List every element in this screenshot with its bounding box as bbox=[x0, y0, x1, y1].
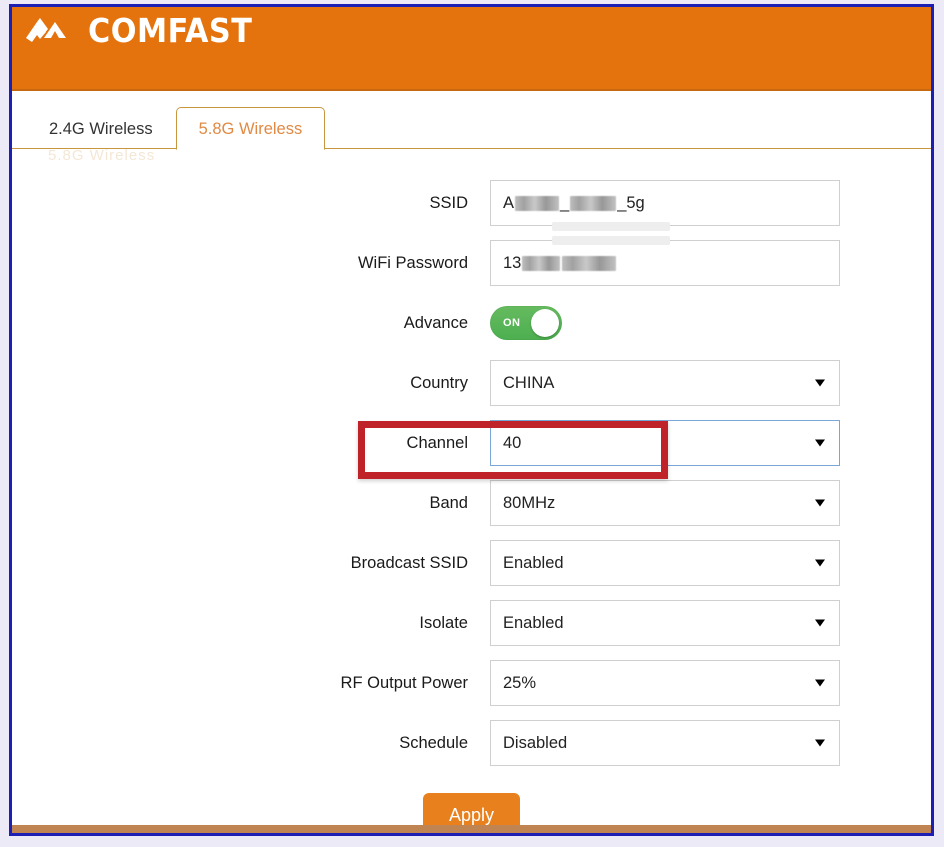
advance-toggle-state: ON bbox=[503, 317, 521, 329]
isolate-value: Enabled bbox=[503, 613, 564, 632]
channel-select[interactable]: 40 bbox=[490, 420, 840, 466]
chevron-down-icon bbox=[815, 439, 825, 447]
bottom-accent-bar bbox=[12, 825, 931, 833]
broadcast-ssid-value: Enabled bbox=[503, 553, 564, 572]
ssid-label: SSID bbox=[429, 193, 468, 212]
password-value-prefix: 13 bbox=[503, 253, 522, 272]
tab-label: 2.4G Wireless bbox=[49, 119, 153, 138]
rf-output-power-select[interactable]: 25% bbox=[490, 660, 840, 706]
isolate-label: Isolate bbox=[419, 613, 468, 632]
country-label: Country bbox=[410, 373, 468, 392]
schedule-label: Schedule bbox=[399, 733, 468, 752]
wifi-password-label: WiFi Password bbox=[357, 253, 468, 272]
form-row-broadcast-ssid: Broadcast SSID Enabled bbox=[12, 533, 931, 593]
ssid-input[interactable]: A _ _5g bbox=[490, 180, 840, 226]
broadcast-ssid-select[interactable]: Enabled bbox=[490, 540, 840, 586]
rf-output-power-value: 25% bbox=[503, 673, 537, 692]
comfast-chevron-logo-icon bbox=[26, 17, 66, 42]
toggle-knob bbox=[531, 309, 559, 337]
tab-bar: 2.4G Wireless 5.8G Wireless 5.8G Wireles… bbox=[12, 91, 931, 164]
advance-toggle[interactable]: ON bbox=[490, 306, 562, 340]
tab-2-4g-wireless[interactable]: 2.4G Wireless bbox=[26, 107, 176, 149]
chevron-down-icon bbox=[815, 499, 825, 507]
brand-logo: COMFAST bbox=[24, 11, 253, 50]
app-header: COMFAST bbox=[12, 7, 931, 91]
schedule-value: Disabled bbox=[503, 733, 568, 752]
form-row-isolate: Isolate Enabled bbox=[12, 593, 931, 653]
tab-label: 5.8G Wireless bbox=[198, 119, 303, 138]
form-row-ssid: SSID A _ _5g bbox=[12, 173, 931, 233]
schedule-select[interactable]: Disabled bbox=[490, 720, 840, 766]
chevron-down-icon bbox=[815, 559, 825, 567]
advance-label: Advance bbox=[403, 313, 468, 332]
brand-name: COMFAST bbox=[88, 11, 253, 50]
chevron-down-icon bbox=[815, 739, 825, 747]
chevron-down-icon bbox=[815, 619, 825, 627]
form-row-schedule: Schedule Disabled bbox=[12, 713, 931, 773]
wifi-password-input[interactable]: 13 bbox=[490, 240, 840, 286]
form-row-advance: Advance ON bbox=[12, 293, 931, 353]
band-label: Band bbox=[429, 493, 468, 512]
ssid-redaction-block bbox=[515, 195, 560, 211]
password-redaction-block bbox=[522, 255, 561, 271]
chevron-down-icon bbox=[815, 679, 825, 687]
ssid-redaction-block bbox=[570, 195, 617, 211]
isolate-select[interactable]: Enabled bbox=[490, 600, 840, 646]
form-row-channel: Channel 40 bbox=[12, 413, 931, 479]
router-admin-page: COMFAST 2.4G Wireless 5.8G Wireless 5.8G… bbox=[9, 4, 934, 836]
password-redaction-block bbox=[562, 255, 617, 271]
tab-5-8g-wireless[interactable]: 5.8G Wireless bbox=[175, 106, 326, 150]
form-row-wifi-password: WiFi Password 13 bbox=[12, 233, 931, 293]
chevron-down-icon bbox=[815, 379, 825, 387]
form-row-rf-output-power: RF Output Power 25% bbox=[12, 653, 931, 713]
band-value: 80MHz bbox=[503, 493, 556, 512]
band-select[interactable]: 80MHz bbox=[490, 480, 840, 526]
rf-output-power-label: RF Output Power bbox=[340, 673, 468, 692]
form-row-country: Country CHINA bbox=[12, 353, 931, 413]
channel-label: Channel bbox=[406, 433, 468, 452]
channel-value: 40 bbox=[503, 433, 522, 452]
form-row-band: Band 80MHz bbox=[12, 473, 931, 533]
broadcast-ssid-label: Broadcast SSID bbox=[350, 553, 468, 572]
wireless-settings-form: SSID A _ _5g WiFi Password 13 Advance ON… bbox=[12, 161, 931, 833]
ssid-separator: _ bbox=[560, 193, 570, 212]
ssid-value-prefix: A bbox=[503, 193, 515, 212]
country-value: CHINA bbox=[503, 373, 555, 392]
country-select[interactable]: CHINA bbox=[490, 360, 840, 406]
ssid-value-suffix: _5g bbox=[617, 193, 645, 212]
